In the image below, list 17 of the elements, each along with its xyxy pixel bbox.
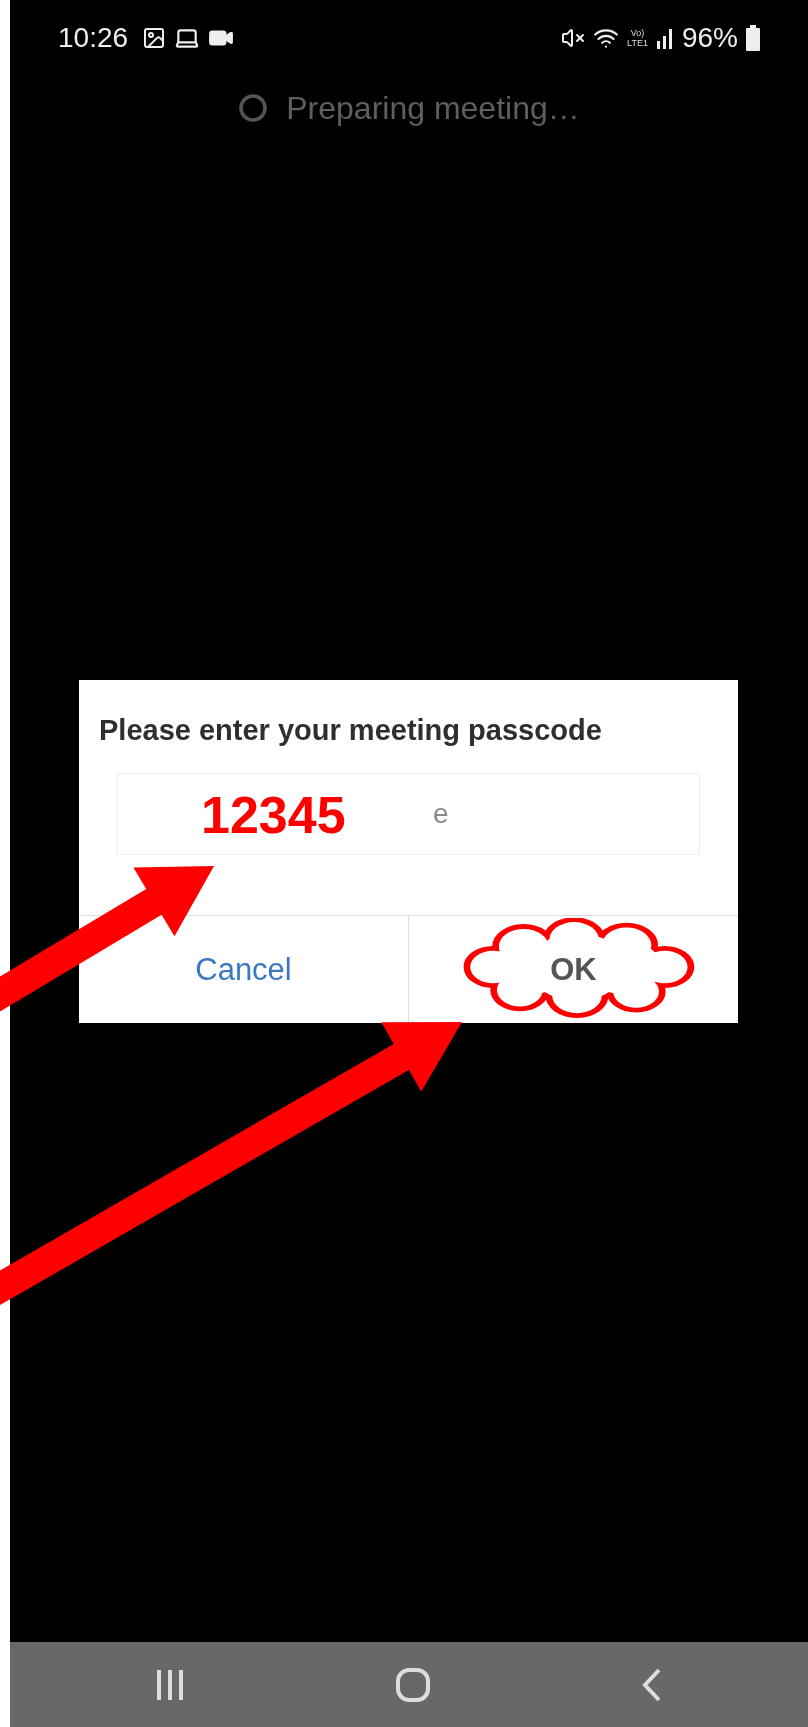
loading-text: Preparing meeting…	[286, 89, 580, 127]
image-icon	[142, 26, 167, 50]
volte-label: Vo)	[630, 28, 645, 38]
dialog-title: Please enter your meeting passcode	[98, 713, 603, 747]
ok-button[interactable]: OK	[408, 916, 738, 1023]
home-icon[interactable]	[395, 1666, 431, 1703]
signal-icon	[655, 27, 674, 49]
recent-apps-icon[interactable]	[155, 1667, 185, 1702]
battery-icon	[746, 25, 760, 51]
mute-icon	[561, 26, 586, 50]
annotation-text: 12345	[201, 785, 346, 845]
battery-percentage: 96%	[681, 22, 738, 54]
back-icon[interactable]	[641, 1666, 663, 1703]
spinner-icon	[238, 93, 269, 123]
network-label: LTE1	[627, 38, 648, 48]
clock-time: 10:26	[58, 22, 129, 54]
cancel-button[interactable]: Cancel	[79, 916, 408, 1023]
